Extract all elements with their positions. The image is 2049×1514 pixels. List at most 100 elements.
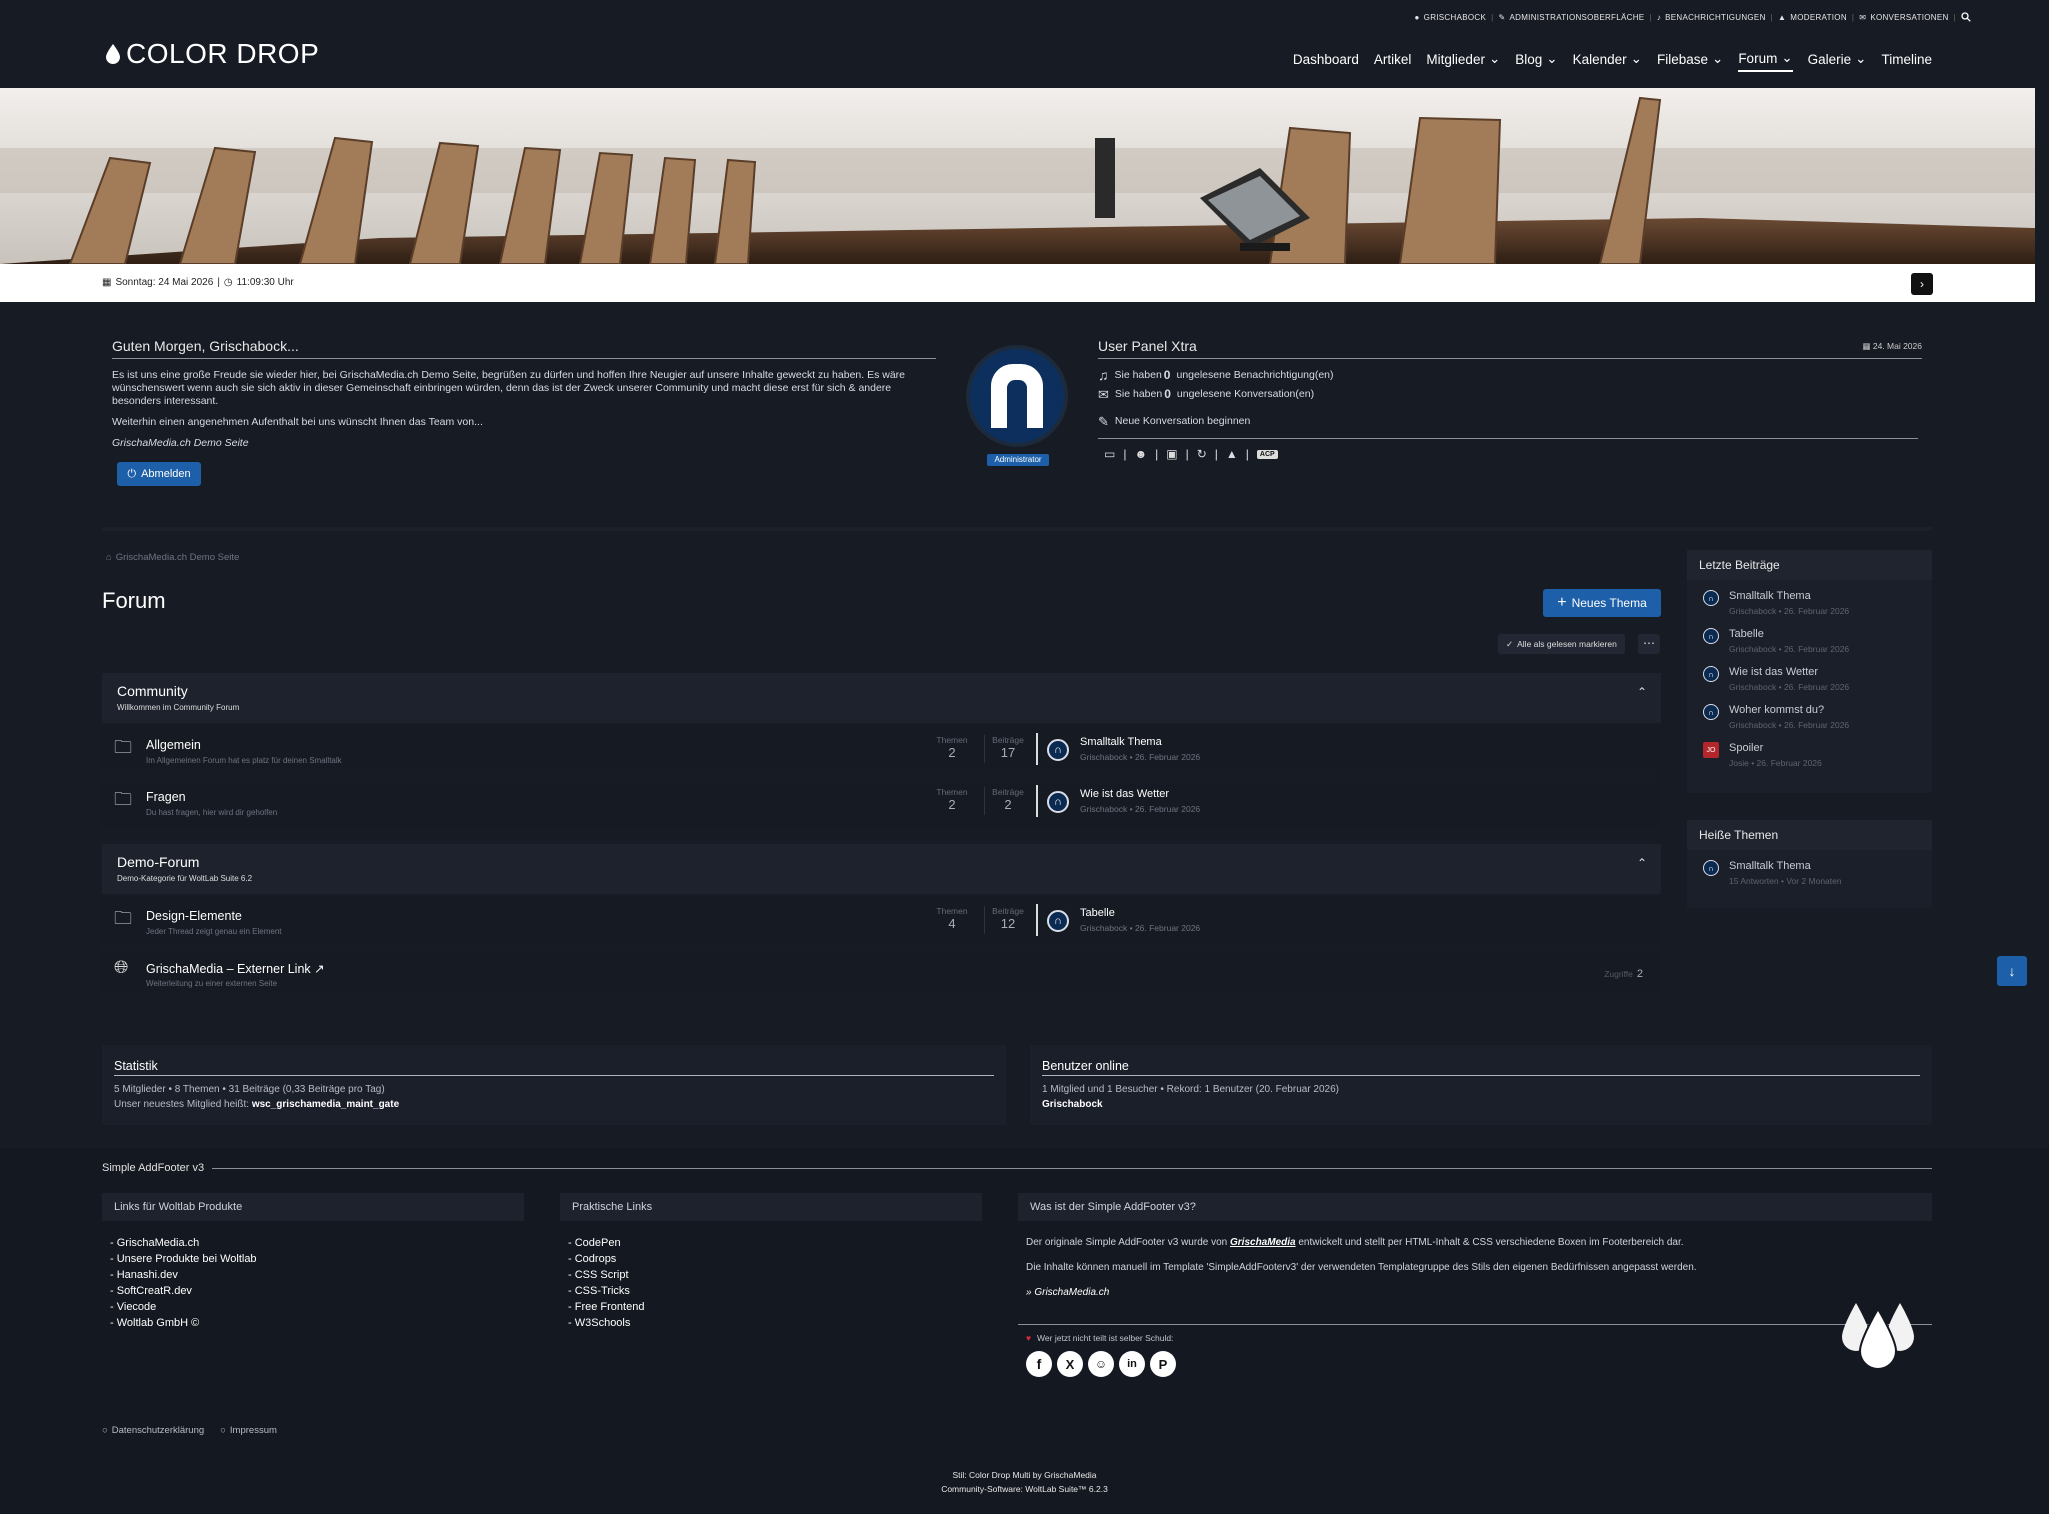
pencil-icon: ✎	[1098, 414, 1109, 429]
last-post-title[interactable]: Smalltalk Thema	[1080, 736, 1162, 748]
nav-blog[interactable]: Blog ⌄	[1515, 51, 1557, 71]
list-item[interactable]: JO Spoiler Josie • 26. Februar 2026	[1687, 742, 1932, 780]
footer-column: Links für Woltlab Produkte - GrischaMedi…	[102, 1193, 524, 1331]
pinterest-icon[interactable]: P	[1150, 1351, 1176, 1377]
search-button[interactable]	[1961, 12, 1971, 22]
footer-link[interactable]: SoftCreatR.dev	[117, 1285, 192, 1297]
conversation-line[interactable]: ✉ Sie haben 0 ungelesene Konversation(en…	[1098, 388, 1922, 402]
board-row[interactable]: 🗀 Allgemein Im Allgemeinen Forum hat es …	[102, 725, 1661, 775]
last-post-title[interactable]: Wie ist das Wetter	[1080, 788, 1169, 800]
linkedin-icon[interactable]: in	[1119, 1351, 1145, 1377]
footer-link[interactable]: W3Schools	[575, 1317, 631, 1329]
role-badge: Administrator	[987, 454, 1049, 466]
online-user-link[interactable]: Grischabock	[1042, 1099, 1920, 1110]
top-bar: ● GRISCHABOCK | ✎ ADMINISTRATIONSOBERFLÄCHE…	[0, 0, 2049, 88]
ellipsis-icon: ⋯	[1643, 636, 1655, 650]
board-row[interactable]: 🗀 Fragen Du hast fragen, hier wird dir g…	[102, 777, 1661, 827]
avatar[interactable]: ∩	[1047, 910, 1069, 932]
footer-link[interactable]: Viecode	[117, 1301, 157, 1313]
external-link-row[interactable]: 🌐︎ GrischaMedia – Externer Link ↗ Weiter…	[102, 948, 1661, 998]
board-title[interactable]: Fragen	[146, 790, 186, 804]
privacy-link[interactable]: ○ Datenschutzerklärung	[102, 1425, 204, 1436]
newest-member-link[interactable]: wsc_grischamedia_maint_gate	[252, 1099, 399, 1110]
notification-line[interactable]: ♫ Sie haben 0 ungelesene Benachrichtigun…	[1098, 368, 1922, 382]
chevron-up-icon[interactable]: ⌃	[1637, 685, 1647, 699]
util-moderation[interactable]: ▲ MODERATION	[1778, 13, 1847, 22]
imprint-link[interactable]: ○ Impressum	[220, 1425, 277, 1436]
avatar: JO	[1703, 742, 1719, 758]
nav-artikel[interactable]: Artikel	[1374, 52, 1412, 71]
nav-filebase[interactable]: Filebase ⌄	[1657, 51, 1723, 71]
users-online-line: 1 Mitglied und 1 Besucher • Rekord: 1 Be…	[1042, 1084, 1339, 1095]
board-title[interactable]: Allgemein	[146, 738, 201, 752]
nav-timeline[interactable]: Timeline	[1881, 52, 1932, 71]
next-button[interactable]: ›	[1911, 273, 1933, 295]
nav-mitglieder[interactable]: Mitglieder ⌄	[1426, 51, 1500, 71]
nav-galerie[interactable]: Galerie ⌄	[1808, 51, 1867, 71]
nav-dashboard[interactable]: Dashboard	[1293, 52, 1359, 71]
footer-link[interactable]: Free Frontend	[575, 1301, 645, 1313]
footer-link[interactable]: Unsere Produkte bei Woltlab	[117, 1253, 257, 1265]
util-user[interactable]: ● GRISCHABOCK	[1415, 13, 1487, 22]
x-icon[interactable]: X	[1057, 1351, 1083, 1377]
warning-icon[interactable]: ▲	[1226, 447, 1238, 461]
search-icon	[1961, 12, 1971, 22]
copyright-bar: Stil: Color Drop Multi by GrischaMedia C…	[0, 1448, 2049, 1514]
list-item[interactable]: ∩ Wie ist das Wetter Grischabock • 26. Feb…	[1687, 666, 1932, 704]
chevron-down-icon: ⌄	[1488, 51, 1501, 66]
users-icon[interactable]: ☻	[1134, 447, 1147, 461]
category-header[interactable]: Community Willkommen im Community Forum …	[102, 673, 1661, 723]
board-title[interactable]: GrischaMedia – Externer Link ↗	[146, 961, 325, 976]
new-thread-button[interactable]: + Neues Thema	[1543, 589, 1661, 617]
list-item[interactable]: ∩ Tabelle Grischabock • 26. Februar 2026	[1687, 628, 1932, 666]
site-logo[interactable]: COLOR DROP	[106, 38, 319, 70]
avatar[interactable]	[966, 345, 1068, 447]
image-icon[interactable]: ▣	[1166, 447, 1177, 461]
board-row[interactable]: 🗀 Design-Elemente Jeder Thread zeigt gen…	[102, 896, 1661, 946]
list-item[interactable]: ∩ Smalltalk Thema 15 Antworten • Vor 2 Mon…	[1687, 860, 1932, 898]
category-title[interactable]: Demo-Forum	[117, 854, 199, 870]
statistics-title: Statistik	[114, 1059, 994, 1076]
profile-card-icon[interactable]: ▭	[1104, 447, 1115, 461]
nav-forum[interactable]: Forum ⌄	[1738, 50, 1793, 72]
scroll-down-button[interactable]: ↓	[1997, 956, 2027, 986]
facebook-icon[interactable]: f	[1026, 1351, 1052, 1377]
last-post-title[interactable]: Tabelle	[1080, 907, 1115, 919]
list-item[interactable]: ∩ Woher kommst du? Grischabock • 26. Febru…	[1687, 704, 1932, 742]
avatar[interactable]: ∩	[1047, 739, 1069, 761]
footer-link[interactable]: Woltlab GmbH ©	[117, 1317, 199, 1329]
reddit-icon[interactable]: ☺	[1088, 1351, 1114, 1377]
footer-link[interactable]: Codrops	[575, 1253, 617, 1265]
new-conversation-link[interactable]: ✎ Neue Konversation beginnen	[1098, 415, 1918, 439]
list-item[interactable]: ∩ Smalltalk Thema Grischabock • 26. Februa…	[1687, 590, 1932, 628]
util-admin[interactable]: ✎ ADMINISTRATIONSOBERFLÄCHE	[1498, 13, 1644, 22]
grischamedia-link[interactable]: GrischaMedia	[1230, 1237, 1296, 1248]
more-options-button[interactable]: ⋯	[1638, 634, 1660, 654]
board-desc: Weiterleitung zu einer externen Seite	[146, 979, 278, 988]
breadcrumb[interactable]: ⌂ GrischaMedia.ch Demo Seite	[106, 552, 239, 563]
nav-kalender[interactable]: Kalender ⌄	[1573, 51, 1642, 71]
footer-link[interactable]: CodePen	[575, 1237, 621, 1249]
footer-link[interactable]: Hanashi.dev	[117, 1269, 178, 1281]
acp-button[interactable]: ACP	[1256, 449, 1278, 459]
mark-all-read-button[interactable]: ✓ Alle als gelesen markieren	[1498, 634, 1625, 654]
bell-icon: ♪	[1656, 12, 1662, 22]
users-online-title: Benutzer online	[1042, 1059, 1920, 1076]
footer-link[interactable]: CSS Script	[575, 1269, 629, 1281]
logout-button[interactable]: ⏻ Abmelden	[117, 462, 201, 486]
board-title[interactable]: Design-Elemente	[146, 909, 242, 923]
footer-link[interactable]: GrischaMedia.ch	[117, 1237, 200, 1249]
divider	[102, 527, 1932, 531]
avatar[interactable]: ∩	[1047, 791, 1069, 813]
footer-column: Praktische Links - CodePen - Codrops - C…	[560, 1193, 982, 1331]
footer-link[interactable]: CSS-Tricks	[575, 1285, 630, 1297]
circle-icon: ○	[102, 1425, 108, 1436]
category-title[interactable]: Community	[117, 683, 188, 699]
category-header[interactable]: Demo-Forum Demo-Kategorie für WoltLab Su…	[102, 844, 1661, 894]
last-post-meta: Grischabock • 26. Februar 2026	[1080, 752, 1201, 762]
chevron-up-icon[interactable]: ⌃	[1637, 856, 1647, 870]
util-notifications[interactable]: ♪ BENACHRICHTIGUNGEN	[1657, 13, 1766, 22]
util-conversations[interactable]: ✉ KONVERSATIONEN	[1859, 13, 1948, 22]
refresh-icon[interactable]: ↻	[1197, 447, 1207, 461]
users-online-box: Benutzer online 1 Mitglied und 1 Besuche…	[1030, 1045, 1932, 1125]
